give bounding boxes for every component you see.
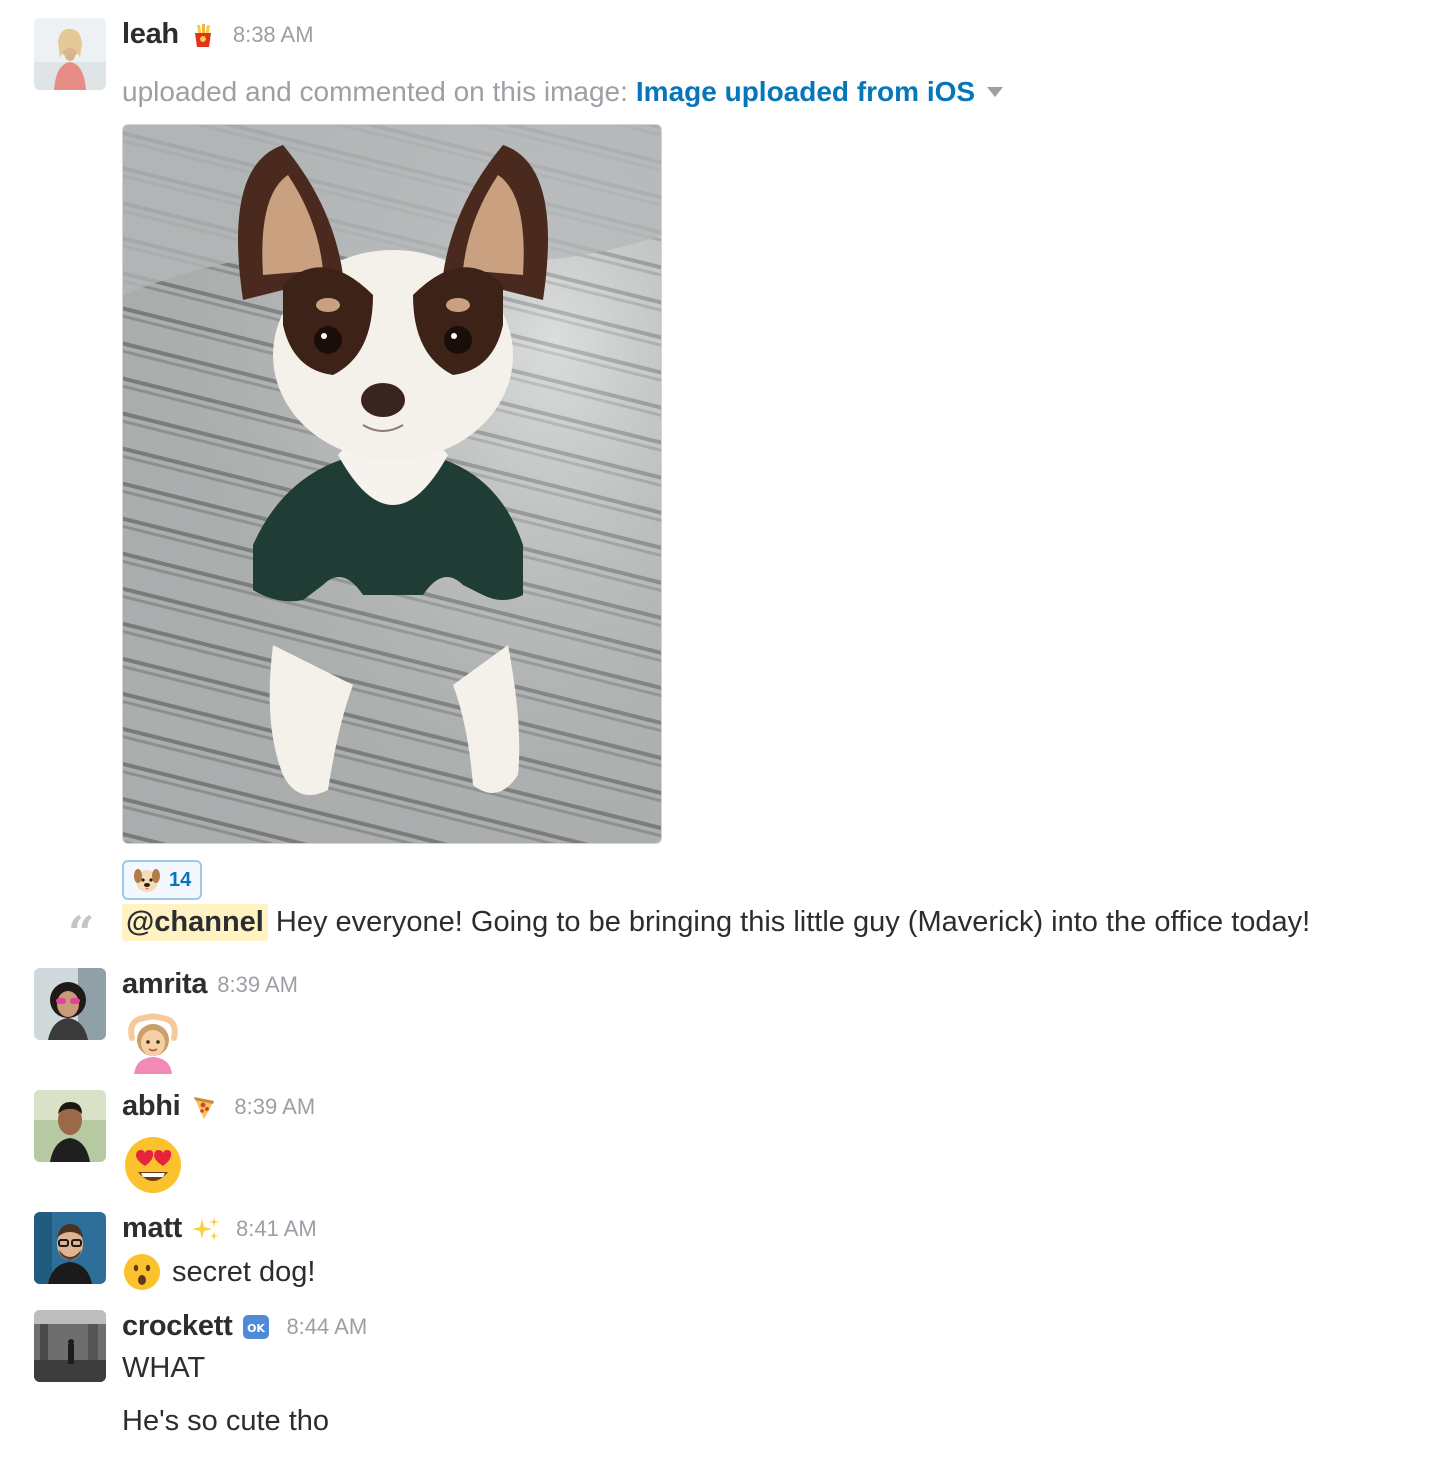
sender-name[interactable]: crockett xyxy=(122,1310,233,1343)
sender-name[interactable]: amrita xyxy=(122,968,208,1001)
ok-button-icon: OK xyxy=(242,1313,270,1341)
channel-mention[interactable]: @channel xyxy=(122,904,268,941)
file-title-link[interactable]: Image uploaded from iOS xyxy=(636,76,975,108)
message-header: crockett OK 8:44 AM xyxy=(122,1310,367,1343)
sender-name[interactable]: leah xyxy=(122,18,179,51)
pizza-icon xyxy=(190,1093,218,1121)
timestamp[interactable]: 8:39 AM xyxy=(234,1094,315,1120)
avatar[interactable] xyxy=(34,1090,106,1162)
fries-icon xyxy=(189,21,217,49)
message-text: WHAT xyxy=(122,1352,206,1384)
message-header: amrita 8:39 AM xyxy=(122,968,298,1001)
reaction-count: 14 xyxy=(169,868,192,891)
svg-text:OK: OK xyxy=(248,1322,266,1335)
avatar[interactable] xyxy=(34,1212,106,1284)
uploaded-image[interactable] xyxy=(122,124,662,844)
timestamp[interactable]: 8:41 AM xyxy=(236,1216,317,1242)
chevron-down-icon[interactable] xyxy=(987,87,1004,97)
heart-eyes-icon xyxy=(122,1134,184,1196)
sender-name[interactable]: abhi xyxy=(122,1090,181,1123)
message-body: secret dog! xyxy=(122,1252,315,1292)
avatar[interactable] xyxy=(34,1310,106,1382)
reaction-dog[interactable]: 14 xyxy=(122,860,203,900)
timestamp[interactable]: 8:38 AM xyxy=(233,22,314,48)
comment-text: Hey everyone! Going to be bringing this … xyxy=(275,906,1311,938)
file-comment: @channel Hey everyone! Going to be bring… xyxy=(122,904,1310,941)
surprised-face-icon xyxy=(122,1252,162,1292)
avatar[interactable] xyxy=(34,968,106,1040)
sparkles-icon xyxy=(192,1215,220,1243)
dog-face-icon xyxy=(133,866,161,894)
quote-icon: “ xyxy=(68,906,95,960)
sender-name[interactable]: matt xyxy=(122,1212,182,1245)
message-header: abhi 8:39 AM xyxy=(122,1090,315,1123)
message-header: leah 8:38 AM xyxy=(122,18,314,51)
message-text: secret dog! xyxy=(172,1255,316,1288)
woman-gesturing-ok-icon xyxy=(122,1012,184,1074)
file-meta: uploaded and commented on this image: Im… xyxy=(122,76,1004,108)
avatar[interactable] xyxy=(34,18,106,90)
timestamp[interactable]: 8:39 AM xyxy=(217,972,298,998)
file-action-text: uploaded and commented on this image: xyxy=(122,76,628,107)
message-header: matt 8:41 AM xyxy=(122,1212,317,1245)
timestamp[interactable]: 8:44 AM xyxy=(286,1314,367,1340)
message-text: He's so cute tho xyxy=(122,1405,330,1437)
